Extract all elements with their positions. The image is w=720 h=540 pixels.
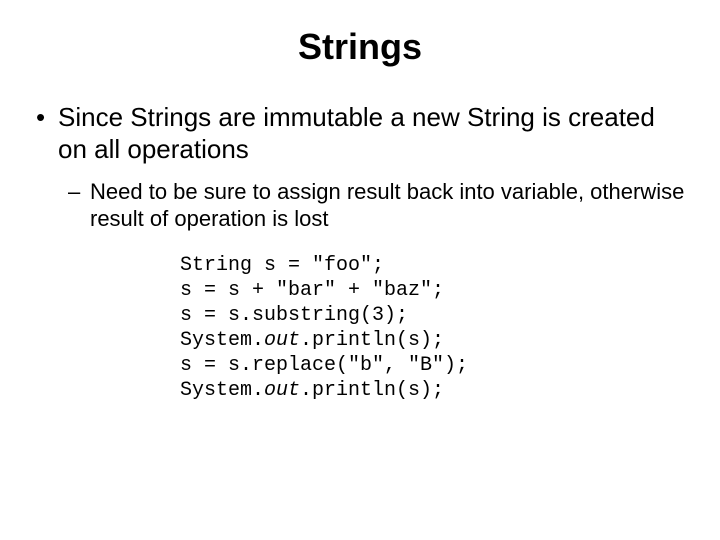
bullet-level-1: • Since Strings are immutable a new Stri… xyxy=(36,102,690,165)
bullet-1-text: Since Strings are immutable a new String… xyxy=(58,102,690,165)
bullet-dot-icon: • xyxy=(36,102,58,165)
code-line-4a: System. xyxy=(180,329,264,352)
bullet-2-text: Need to be sure to assign result back in… xyxy=(90,179,690,233)
code-line-4c: .println(s); xyxy=(300,329,444,352)
code-line-4b: out xyxy=(264,329,300,352)
code-line-6b: out xyxy=(264,379,300,402)
code-line-6c: .println(s); xyxy=(300,379,444,402)
slide: Strings • Since Strings are immutable a … xyxy=(0,0,720,540)
code-line-2: s = s + "bar" + "baz"; xyxy=(180,279,444,302)
bullet-dash-icon: – xyxy=(68,179,90,233)
code-line-6a: System. xyxy=(180,379,264,402)
code-block: String s = "foo"; s = s + "bar" + "baz";… xyxy=(180,253,690,403)
bullet-level-2: – Need to be sure to assign result back … xyxy=(68,179,690,233)
code-line-3b: substring xyxy=(252,304,360,327)
slide-title: Strings xyxy=(30,26,690,68)
code-line-1: String s = "foo"; xyxy=(180,254,384,277)
code-line-5: s = s.replace("b", "B"); xyxy=(180,354,468,377)
code-line-3a: s = s. xyxy=(180,304,252,327)
code-line-3c: (3); xyxy=(360,304,408,327)
